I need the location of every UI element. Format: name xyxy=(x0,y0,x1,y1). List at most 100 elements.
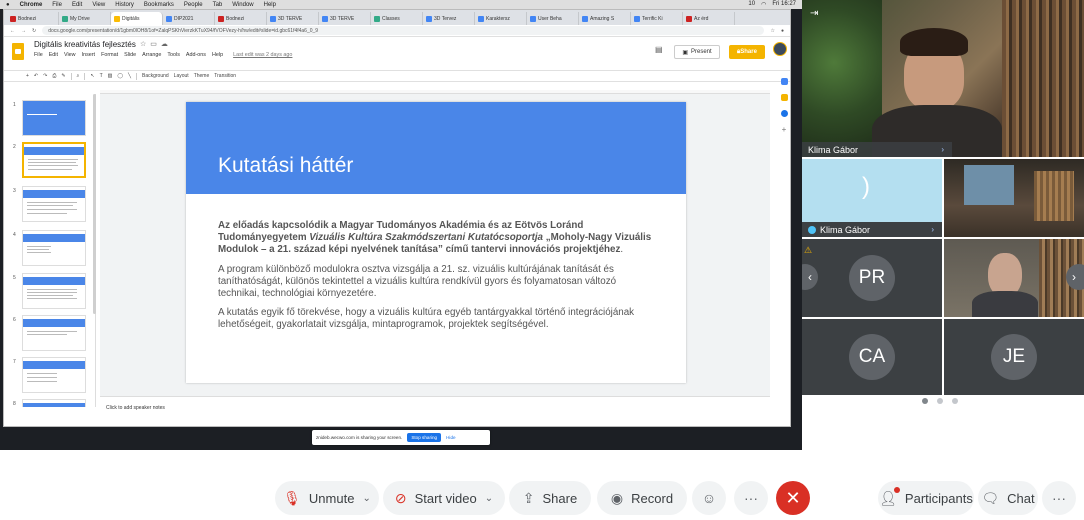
mac-menu-people[interactable]: People xyxy=(184,2,203,8)
chevron-down-icon[interactable]: ⌄ xyxy=(362,493,370,504)
keep-icon[interactable] xyxy=(780,94,788,101)
slide-thumbnail-8[interactable]: 8 xyxy=(4,399,95,407)
self-video-tile[interactable]: ) Klima Gábor › xyxy=(802,159,942,237)
start-video-button[interactable]: ⊘ Start video ⌄ xyxy=(383,481,505,515)
redo-icon[interactable]: ↷ xyxy=(43,73,47,79)
browser-tab[interactable]: 3D TERVE xyxy=(267,12,319,25)
menu-arrange[interactable]: Arrange xyxy=(142,52,161,58)
undo-icon[interactable]: ↶ xyxy=(34,73,38,79)
share-screen-button[interactable]: ⇪ Share xyxy=(509,481,591,515)
mac-menu-tab[interactable]: Tab xyxy=(213,2,223,8)
document-title[interactable]: Digitális kreativitás fejlesztés xyxy=(34,40,136,49)
browser-tab[interactable]: Terrific Ki xyxy=(631,12,683,25)
page-dot[interactable] xyxy=(937,398,943,404)
browser-tab[interactable]: 3D TERVE xyxy=(319,12,371,25)
apple-icon[interactable]: ● xyxy=(6,2,10,8)
menu-help[interactable]: Help xyxy=(212,52,223,58)
slide-thumbnail-4[interactable]: 4 xyxy=(4,230,95,270)
reactions-button[interactable]: ☺ xyxy=(692,481,726,515)
menu-slide[interactable]: Slide xyxy=(124,52,136,58)
browser-tab[interactable]: Classes xyxy=(371,12,423,25)
paint-format-icon[interactable]: ✎ xyxy=(61,73,65,79)
calendar-icon[interactable] xyxy=(780,78,788,85)
slide-thumbnail-2[interactable]: 2 xyxy=(4,142,95,182)
add-icon[interactable]: + xyxy=(780,126,788,134)
mac-menu-bookmarks[interactable]: Bookmarks xyxy=(144,2,174,8)
slide-thumbnail-5[interactable]: 5 xyxy=(4,273,95,313)
chat-button[interactable]: 🗨︎ Chat xyxy=(978,481,1038,515)
slide-thumbnail-3[interactable]: 3 xyxy=(4,186,95,226)
browser-tab[interactable]: My Drive xyxy=(59,12,111,25)
active-speaker-video[interactable]: ⇥ Klima Gábor › xyxy=(802,0,1084,157)
record-button[interactable]: ◉ Record xyxy=(597,481,687,515)
browser-tab[interactable]: DIP2021 xyxy=(163,12,215,25)
slide-thumbnail-1[interactable]: 1 xyxy=(4,100,95,140)
participant-tile-pr[interactable]: ⚠ PR ‹ xyxy=(802,239,942,317)
mac-clock[interactable]: Fri 16:27 xyxy=(772,1,796,8)
browser-tab-active[interactable]: Digitális xyxy=(111,12,163,25)
current-slide[interactable]: Kutatási háttér Az előadás kapcsolódik a… xyxy=(186,102,686,383)
forward-icon[interactable]: → xyxy=(21,28,26,34)
filmstrip-scrollbar[interactable] xyxy=(93,94,96,314)
wifi-icon[interactable]: ◠ xyxy=(761,1,766,8)
url-field[interactable]: docs.google.com/presentation/d/1gbm0lOH8… xyxy=(42,26,765,35)
gallery-prev-icon[interactable]: ‹ xyxy=(802,264,818,290)
browser-tab[interactable]: Bodnezi xyxy=(7,12,59,25)
chevron-down-icon[interactable]: ⌄ xyxy=(485,493,493,504)
toolbar-background[interactable]: Background xyxy=(142,73,169,79)
comment-icon[interactable]: ▤ xyxy=(655,45,663,54)
menu-edit[interactable]: Edit xyxy=(49,52,58,58)
mac-menu-help[interactable]: Help xyxy=(264,2,276,8)
participant-video-tile[interactable] xyxy=(944,159,1084,237)
browser-tab[interactable]: Az érd xyxy=(683,12,735,25)
browser-tab[interactable]: 3D Tervez xyxy=(423,12,475,25)
page-dot[interactable] xyxy=(952,398,958,404)
move-folder-icon[interactable]: ▭ xyxy=(150,41,161,48)
menu-addons[interactable]: Add-ons xyxy=(186,52,206,58)
textbox-icon[interactable]: T xyxy=(100,73,103,79)
shape-icon[interactable]: ◯ xyxy=(117,73,123,79)
back-icon[interactable]: ← xyxy=(10,28,15,34)
hide-notice-link[interactable]: Hide xyxy=(446,435,455,440)
leave-call-button[interactable]: ✕ xyxy=(776,481,810,515)
stop-sharing-button[interactable]: Stop sharing xyxy=(407,433,442,442)
participants-button[interactable]: 👤︎ Participants xyxy=(878,481,974,515)
slide-thumbnail-7[interactable]: 7 xyxy=(4,357,95,397)
mac-menu-file[interactable]: File xyxy=(52,2,62,8)
browser-tab[interactable]: User Beha xyxy=(527,12,579,25)
unmute-button[interactable]: 🎙︎ Unmute ⌄ xyxy=(275,481,379,515)
browser-tab[interactable]: Amazing S xyxy=(579,12,631,25)
browser-tab[interactable]: Bodnezi xyxy=(215,12,267,25)
star-icon[interactable]: ☆ xyxy=(140,41,150,48)
slides-logo-icon[interactable] xyxy=(12,43,24,60)
overflow-menu-button[interactable]: ··· xyxy=(1042,481,1076,515)
slide-body[interactable]: Az előadás kapcsolódik a Magyar Tudomány… xyxy=(218,220,658,339)
present-button[interactable]: ▣ Present xyxy=(674,45,720,59)
toolbar-theme[interactable]: Theme xyxy=(194,73,210,79)
speaker-notes[interactable]: Click to add speaker notes xyxy=(100,396,770,414)
page-dot[interactable] xyxy=(922,398,928,404)
account-avatar[interactable] xyxy=(773,42,787,56)
mac-menu-view[interactable]: View xyxy=(92,2,105,8)
star-icon[interactable]: ☆ xyxy=(770,28,774,34)
participant-tile-ca[interactable]: CA xyxy=(802,319,942,395)
mac-menu-history[interactable]: History xyxy=(115,2,134,8)
reload-icon[interactable]: ↻ xyxy=(32,28,36,34)
menu-format[interactable]: Format xyxy=(101,52,118,58)
share-doc-button[interactable]: 🔒︎ Share xyxy=(729,45,765,59)
select-icon[interactable]: ↖ xyxy=(90,73,94,79)
toolbar-transition[interactable]: Transition xyxy=(214,73,236,79)
print-icon[interactable]: ⎙ xyxy=(52,73,56,79)
participant-tile-je[interactable]: JE xyxy=(944,319,1084,395)
slide-title[interactable]: Kutatási háttér xyxy=(218,154,353,178)
menu-file[interactable]: File xyxy=(34,52,43,58)
expand-icon[interactable]: ⇥ xyxy=(810,8,818,19)
slide-thumbnail-6[interactable]: 6 xyxy=(4,315,95,355)
new-slide-icon[interactable]: + xyxy=(26,73,29,79)
mac-app-name[interactable]: Chrome xyxy=(20,2,43,8)
more-options-button[interactable]: ··· xyxy=(734,481,768,515)
tasks-icon[interactable] xyxy=(780,110,788,117)
profile-icon[interactable]: ● xyxy=(781,28,784,34)
menu-tools[interactable]: Tools xyxy=(167,52,180,58)
last-edit-link[interactable]: Last edit was 2 days ago xyxy=(233,52,292,58)
